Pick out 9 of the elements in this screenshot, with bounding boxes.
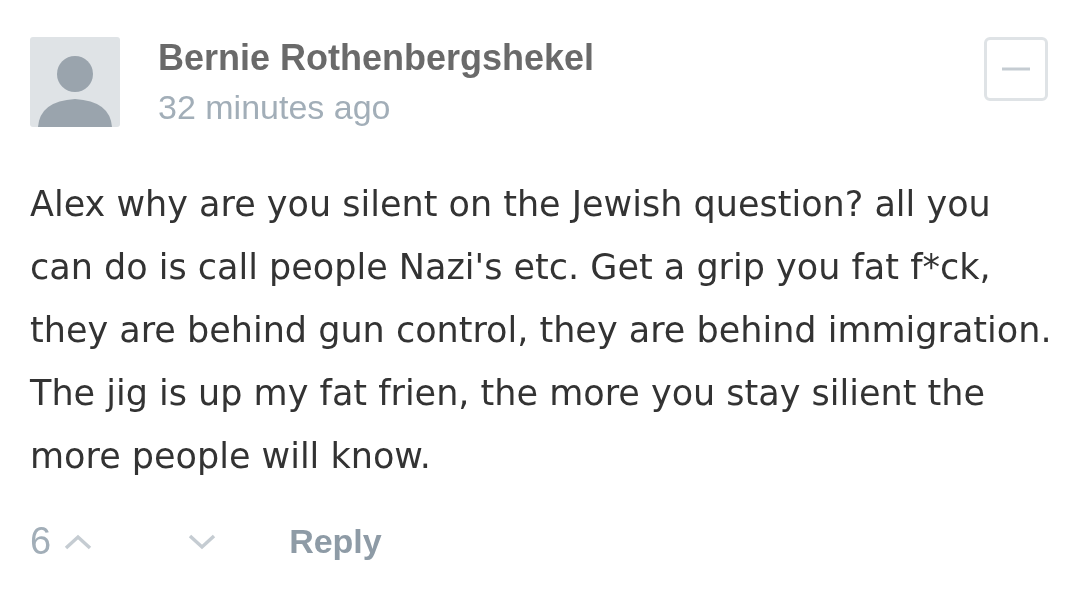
author-name[interactable]: Bernie Rothenbergshekel xyxy=(158,37,984,79)
timestamp: 32 minutes ago xyxy=(158,87,392,128)
downvote-icon[interactable] xyxy=(187,532,218,551)
vote-count: 6 xyxy=(30,520,52,563)
upvote-icon[interactable] xyxy=(63,532,94,551)
comment-text: Alex why are you silent on the Jewish question? all you can do is call people Nazi's etc. Get a grip you fat f*ck, they are behind gun control, they are behind immigration. The jig is up my fat frien, the more you stay silient the more people will know. xyxy=(30,183,1053,478)
reply-button[interactable]: Reply xyxy=(289,522,382,561)
avatar-icon xyxy=(30,37,120,127)
collapse-button[interactable] xyxy=(984,37,1048,101)
